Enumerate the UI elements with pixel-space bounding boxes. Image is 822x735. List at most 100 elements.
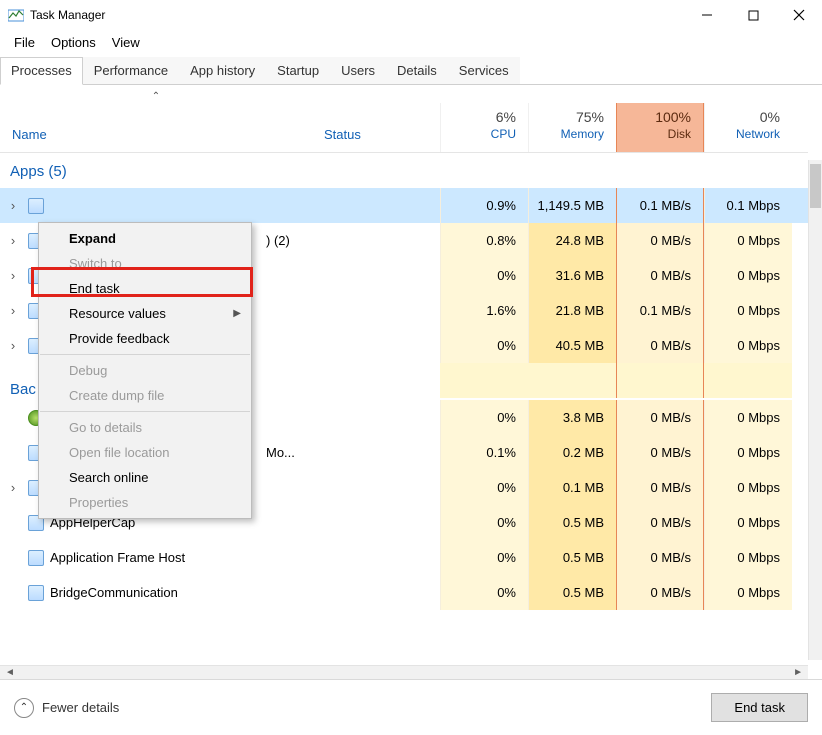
- process-memory: 1,149.5 MB: [528, 188, 616, 223]
- menu-view[interactable]: View: [104, 32, 148, 53]
- column-header: ⌃ Name Status 6% CPU 75% Memory 100% Dis…: [0, 103, 808, 153]
- expand-chevron-icon[interactable]: ›: [4, 338, 22, 353]
- ctx-resource-values[interactable]: Resource values ▶: [39, 301, 251, 326]
- tab-processes[interactable]: Processes: [0, 57, 83, 85]
- process-network: 0 Mbps: [704, 223, 792, 258]
- sort-indicator-icon: ⌃: [152, 91, 160, 102]
- scroll-left-arrow-icon[interactable]: ◄: [2, 667, 18, 678]
- process-disk: 0 MB/s: [616, 505, 704, 540]
- column-network-label: Network: [717, 127, 780, 141]
- expand-chevron-icon[interactable]: ›: [4, 268, 22, 283]
- process-row[interactable]: Application Frame Host 0% 0.5 MB 0 MB/s …: [0, 540, 808, 575]
- column-memory-label: Memory: [541, 127, 604, 141]
- ctx-open-file-location: Open file location: [39, 440, 251, 465]
- end-task-button[interactable]: End task: [711, 693, 808, 722]
- horizontal-scrollbar[interactable]: ◄ ►: [0, 665, 808, 679]
- process-cpu: 0.1%: [440, 435, 528, 470]
- ctx-properties: Properties: [39, 490, 251, 515]
- process-cpu: 1.6%: [440, 293, 528, 328]
- process-network: 0 Mbps: [704, 575, 792, 610]
- scrollbar-thumb[interactable]: [810, 164, 821, 208]
- tab-startup[interactable]: Startup: [266, 57, 330, 84]
- process-memory: 3.8 MB: [528, 400, 616, 435]
- ctx-expand[interactable]: Expand: [39, 226, 251, 251]
- process-cpu: 0%: [440, 400, 528, 435]
- process-name: Mo...: [266, 445, 295, 460]
- submenu-arrow-icon: ▶: [233, 308, 241, 319]
- process-network: 0 Mbps: [704, 328, 792, 363]
- process-disk: 0.1 MB/s: [616, 293, 704, 328]
- process-icon: [28, 198, 44, 214]
- process-icon: [28, 550, 44, 566]
- cpu-usage-pct: 6%: [453, 109, 516, 125]
- process-name: BridgeCommunication: [50, 585, 178, 600]
- menu-options[interactable]: Options: [43, 32, 104, 53]
- column-status-label: Status: [324, 127, 361, 142]
- expand-chevron-icon[interactable]: ›: [4, 198, 22, 213]
- process-row[interactable]: › 0.9% 1,149.5 MB 0.1 MB/s 0.1 Mbps: [0, 188, 808, 223]
- process-disk: 0 MB/s: [616, 470, 704, 505]
- maximize-button[interactable]: [730, 0, 776, 30]
- process-disk: 0 MB/s: [616, 258, 704, 293]
- close-button[interactable]: [776, 0, 822, 30]
- process-network: 0 Mbps: [704, 293, 792, 328]
- process-name: Application Frame Host: [50, 550, 185, 565]
- column-cpu-label: CPU: [453, 127, 516, 141]
- ctx-end-task[interactable]: End task: [39, 276, 251, 301]
- ctx-provide-feedback[interactable]: Provide feedback: [39, 326, 251, 351]
- tab-details[interactable]: Details: [386, 57, 448, 84]
- process-name: ) (2): [266, 233, 290, 248]
- ctx-search-online[interactable]: Search online: [39, 465, 251, 490]
- process-disk: 0.1 MB/s: [616, 188, 704, 223]
- expand-chevron-icon[interactable]: ›: [4, 480, 22, 495]
- process-memory: 0.5 MB: [528, 540, 616, 575]
- network-usage-pct: 0%: [717, 109, 780, 125]
- chevron-up-icon: ⌃: [14, 698, 34, 718]
- process-disk: 0 MB/s: [616, 223, 704, 258]
- scroll-right-arrow-icon[interactable]: ►: [790, 667, 806, 678]
- column-memory[interactable]: 75% Memory: [528, 103, 616, 152]
- process-network: 0 Mbps: [704, 505, 792, 540]
- process-disk: 0 MB/s: [616, 575, 704, 610]
- column-cpu[interactable]: 6% CPU: [440, 103, 528, 152]
- process-disk: 0 MB/s: [616, 540, 704, 575]
- process-disk: 0 MB/s: [616, 328, 704, 363]
- process-cpu: 0%: [440, 505, 528, 540]
- ctx-switch-to: Switch to: [39, 251, 251, 276]
- process-icon: [28, 585, 44, 601]
- ctx-go-to-details: Go to details: [39, 415, 251, 440]
- column-network[interactable]: 0% Network: [704, 103, 792, 152]
- process-cpu: 0.9%: [440, 188, 528, 223]
- process-memory: 21.8 MB: [528, 293, 616, 328]
- ctx-debug: Debug: [39, 358, 251, 383]
- tab-performance[interactable]: Performance: [83, 57, 179, 84]
- group-apps-header[interactable]: Apps (5): [0, 153, 808, 188]
- ctx-resource-values-label: Resource values: [69, 306, 166, 321]
- vertical-scrollbar[interactable]: [808, 160, 822, 660]
- column-status[interactable]: Status: [312, 103, 440, 152]
- process-cpu: 0%: [440, 540, 528, 575]
- process-cpu: 0.8%: [440, 223, 528, 258]
- process-cpu: 0%: [440, 470, 528, 505]
- tab-app-history[interactable]: App history: [179, 57, 266, 84]
- minimize-button[interactable]: [684, 0, 730, 30]
- expand-chevron-icon[interactable]: ›: [4, 233, 22, 248]
- ctx-separator: [40, 354, 250, 355]
- process-network: 0 Mbps: [704, 540, 792, 575]
- context-menu: Expand Switch to End task Resource value…: [38, 222, 252, 519]
- tab-users[interactable]: Users: [330, 57, 386, 84]
- column-name[interactable]: ⌃ Name: [0, 103, 312, 152]
- menu-file[interactable]: File: [6, 32, 43, 53]
- expand-chevron-icon[interactable]: ›: [4, 303, 22, 318]
- column-disk[interactable]: 100% Disk: [616, 103, 704, 152]
- tab-bar: Processes Performance App history Startu…: [0, 57, 822, 85]
- tab-services[interactable]: Services: [448, 57, 520, 84]
- window-title: Task Manager: [30, 8, 105, 22]
- process-memory: 24.8 MB: [528, 223, 616, 258]
- column-disk-label: Disk: [629, 127, 691, 141]
- process-row[interactable]: BridgeCommunication 0% 0.5 MB 0 MB/s 0 M…: [0, 575, 808, 610]
- fewer-details-toggle[interactable]: ⌃ Fewer details: [14, 698, 119, 718]
- ctx-create-dump: Create dump file: [39, 383, 251, 408]
- process-disk: 0 MB/s: [616, 400, 704, 435]
- disk-usage-pct: 100%: [629, 109, 691, 125]
